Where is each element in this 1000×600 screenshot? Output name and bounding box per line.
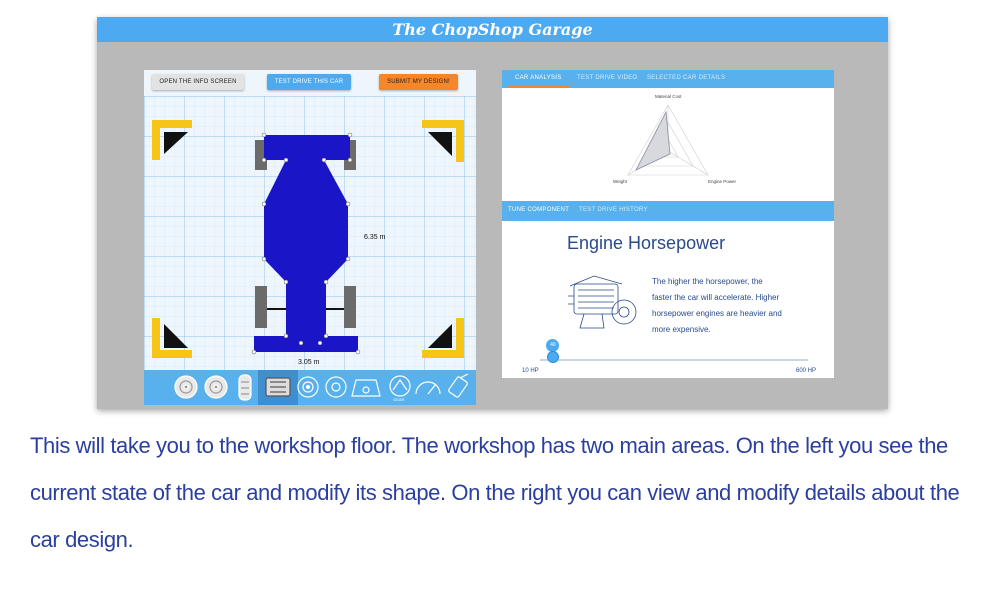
- disc-brake-icon[interactable]: [297, 376, 319, 398]
- tire-icon[interactable]: [238, 374, 252, 401]
- design-grid[interactable]: 6.35 m 3.05 m: [144, 96, 476, 370]
- app-window: The ChopShop Garage OPEN THE INFO SCREEN…: [97, 17, 888, 409]
- radar-label-top: Material Cost: [655, 94, 682, 99]
- tab-tune-component[interactable]: TUNE COMPONENT: [508, 207, 569, 213]
- tab-test-drive-video[interactable]: TEST DRIVE VIDEO: [577, 75, 637, 81]
- tab-car-analysis[interactable]: CAR ANALYSIS: [515, 75, 562, 81]
- engine-icon[interactable]: [265, 377, 291, 397]
- submit-design-button[interactable]: SUBMIT MY DESIGN!: [379, 74, 458, 90]
- slider-min-label: 10 HP: [522, 368, 539, 374]
- steering-icon[interactable]: [351, 379, 381, 397]
- app-title: The ChopShop Garage: [392, 20, 593, 39]
- horsepower-slider-track[interactable]: [540, 359, 808, 361]
- width-dimension: 3.05 m: [298, 359, 320, 366]
- radar-value-shape: [635, 110, 671, 171]
- gear-icon[interactable]: GEAR: [389, 375, 411, 402]
- details-panel: CAR ANALYSIS TEST DRIVE VIDEO SELECTED C…: [502, 70, 834, 378]
- radar-label-right: Engine Power: [708, 179, 737, 184]
- horsepower-slider-handle[interactable]: [547, 351, 560, 363]
- car-editor-panel: OPEN THE INFO SCREEN TEST DRIVE THIS CAR…: [144, 70, 476, 405]
- radar-chart: Material Cost Weight Engine Power: [613, 94, 737, 184]
- tab-selected-car-details[interactable]: SELECTED CAR DETAILS: [647, 75, 725, 81]
- test-drive-button[interactable]: TEST DRIVE THIS CAR: [267, 74, 351, 90]
- length-dimension: 6.35 m: [364, 234, 386, 241]
- slider-max-label: 600 HP: [796, 368, 817, 374]
- speedometer-icon[interactable]: [415, 381, 441, 395]
- tutorial-caption: This will take you to the workshop floor…: [30, 433, 960, 552]
- component-description: The higher the horsepower, the faster th…: [652, 277, 782, 334]
- brake-icon[interactable]: [325, 376, 347, 398]
- title-bar: The ChopShop Garage: [97, 17, 888, 42]
- fuel-icon[interactable]: [448, 373, 469, 398]
- tune-tab-bar: TUNE COMPONENT TEST DRIVE HISTORY: [502, 201, 834, 221]
- wheel-icon[interactable]: [174, 375, 198, 399]
- wide-wheel-icon[interactable]: [204, 375, 228, 399]
- component-tray: GEAR: [144, 370, 476, 405]
- engine-illustration: [568, 275, 637, 329]
- tab-test-drive-history[interactable]: TEST DRIVE HISTORY: [579, 207, 648, 213]
- radar-label-left: Weight: [613, 179, 628, 184]
- open-info-button[interactable]: OPEN THE INFO SCREEN: [152, 74, 244, 90]
- analysis-tab-bar: CAR ANALYSIS TEST DRIVE VIDEO SELECTED C…: [502, 70, 834, 88]
- gear-label: GEAR: [393, 397, 404, 402]
- component-title: Engine Horsepower: [567, 233, 726, 253]
